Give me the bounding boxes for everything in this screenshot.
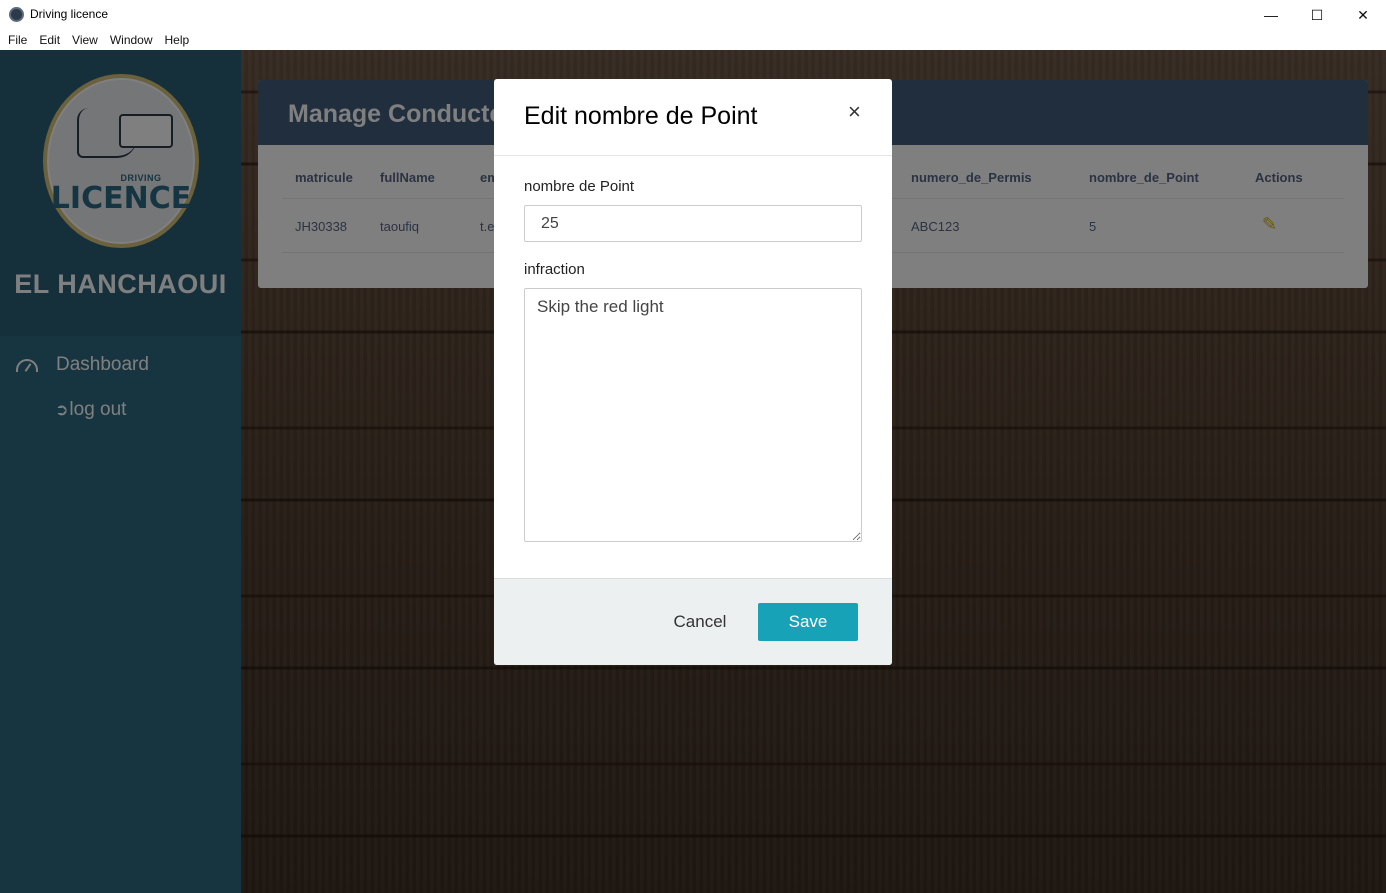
menu-file[interactable]: File (2, 33, 33, 47)
points-input[interactable] (524, 205, 862, 242)
modal-footer: Cancel Save (494, 578, 892, 665)
modal-header: Edit nombre de Point × (494, 79, 892, 156)
maximize-button[interactable]: ☐ (1294, 0, 1340, 30)
close-icon[interactable]: × (848, 99, 861, 125)
cancel-button[interactable]: Cancel (664, 603, 736, 641)
edit-points-modal: Edit nombre de Point × nombre de Point i… (494, 79, 892, 665)
save-button[interactable]: Save (758, 603, 858, 641)
infraction-label: infraction (524, 261, 585, 278)
title-bar: Driving licence — ☐ ✕ (0, 0, 1386, 30)
close-window-button[interactable]: ✕ (1340, 0, 1386, 30)
menu-view[interactable]: View (66, 33, 104, 47)
infraction-textarea[interactable]: Skip the red light (524, 288, 862, 542)
menu-edit[interactable]: Edit (33, 33, 66, 47)
menu-help[interactable]: Help (159, 33, 196, 47)
minimize-button[interactable]: — (1248, 0, 1294, 30)
modal-title: Edit nombre de Point (524, 102, 758, 130)
menu-bar: File Edit View Window Help (0, 30, 1386, 50)
points-label: nombre de Point (524, 178, 635, 195)
menu-window[interactable]: Window (104, 33, 159, 47)
window-title: Driving licence (30, 7, 109, 21)
app-icon (9, 7, 24, 22)
